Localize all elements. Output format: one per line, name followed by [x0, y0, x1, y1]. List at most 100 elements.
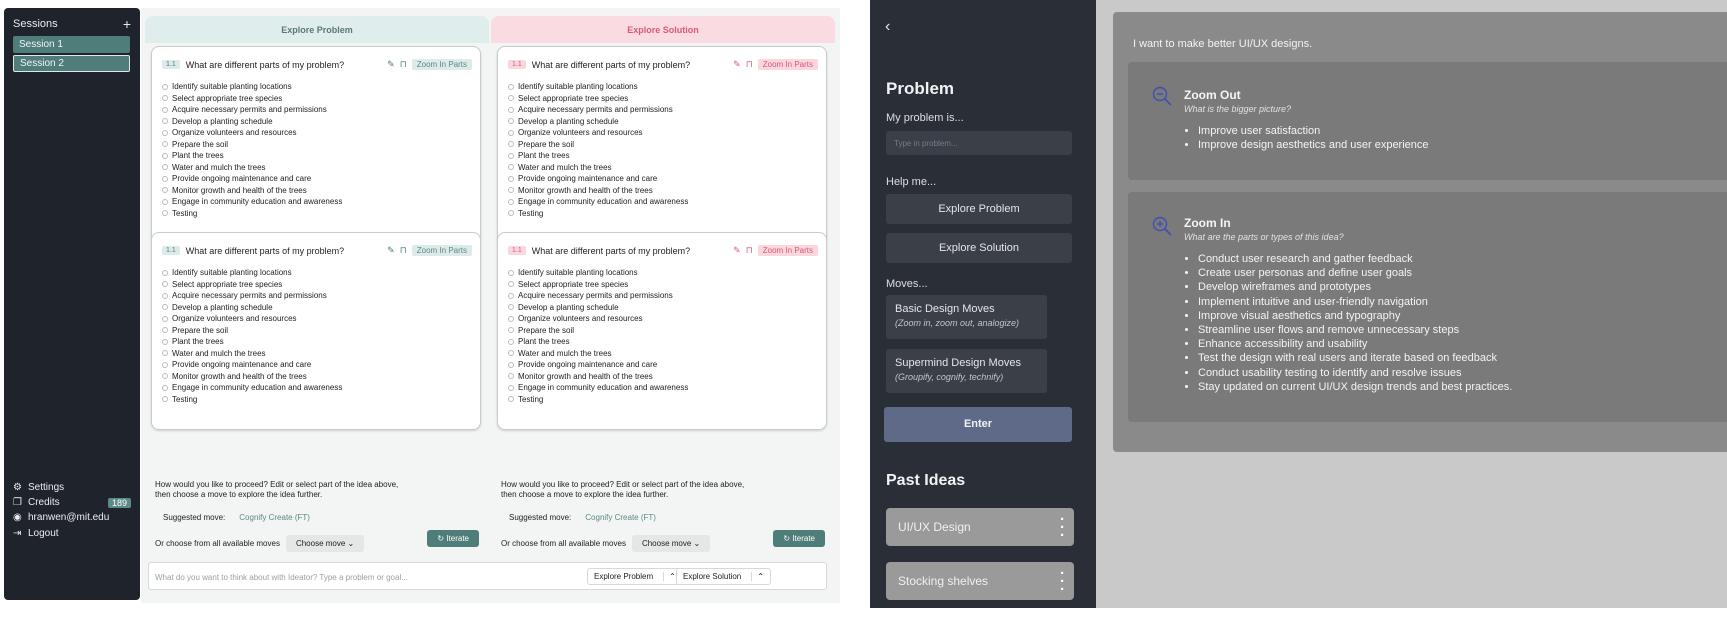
enter-button[interactable]: Enter — [884, 407, 1072, 442]
idea-card[interactable]: 1.1 What are different parts of my probl… — [497, 46, 827, 244]
list-item[interactable]: Organize volunteers and resources — [162, 127, 342, 139]
session-item-2[interactable]: Session 2 — [13, 55, 130, 72]
list-item[interactable]: Organize volunteers and resources — [508, 127, 688, 139]
checkbox-icon[interactable] — [508, 164, 514, 171]
list-item[interactable]: Organize volunteers and resources — [508, 313, 688, 325]
checkbox-icon[interactable] — [162, 338, 168, 345]
checkbox-icon[interactable] — [162, 95, 168, 102]
list-item[interactable]: Prepare the soil — [162, 325, 342, 337]
checkbox-icon[interactable] — [162, 292, 168, 299]
checkbox-icon[interactable] — [508, 129, 514, 136]
list-item[interactable]: Identify suitable planting locations — [508, 267, 688, 279]
list-item[interactable]: Plant the trees — [508, 336, 688, 348]
list-item[interactable]: Organize volunteers and resources — [162, 313, 342, 325]
list-item[interactable]: Prepare the soil — [508, 325, 688, 337]
checkbox-icon[interactable] — [508, 350, 514, 357]
list-item[interactable]: Testing — [162, 208, 342, 220]
checkbox-icon[interactable] — [508, 106, 514, 113]
bookmark-icon[interactable]: ⊓ — [400, 245, 407, 256]
iterate-button[interactable]: ↻ Iterate — [773, 530, 825, 547]
explore-problem-button[interactable]: Explore Problem ⌃ — [587, 568, 683, 585]
list-item[interactable]: Engage in community education and awaren… — [162, 382, 342, 394]
past-idea-item[interactable]: UI/UX Design · · · — [886, 508, 1074, 546]
checkbox-icon[interactable] — [162, 304, 168, 311]
suggested-move-link[interactable]: Cognify Create (FT) — [585, 513, 656, 522]
list-item[interactable]: Engage in community education and awaren… — [508, 196, 688, 208]
list-item[interactable]: Water and mulch the trees — [508, 348, 688, 360]
checkbox-icon[interactable] — [162, 198, 168, 205]
checkbox-icon[interactable] — [162, 210, 168, 217]
list-item[interactable]: Testing — [162, 394, 342, 406]
checkbox-icon[interactable] — [508, 141, 514, 148]
checkbox-icon[interactable] — [162, 281, 168, 288]
checkbox-icon[interactable] — [508, 361, 514, 368]
choose-move-dropdown[interactable]: Choose move ⌄ — [631, 535, 711, 552]
checkbox-icon[interactable] — [162, 187, 168, 194]
choose-move-dropdown[interactable]: Choose move ⌄ — [285, 535, 365, 552]
zoom-in-card[interactable]: Zoom In What are the parts or types of t… — [1128, 192, 1727, 422]
checkbox-icon[interactable] — [162, 373, 168, 380]
list-item[interactable]: Acquire necessary permits and permission… — [508, 290, 688, 302]
list-item[interactable]: Engage in community education and awaren… — [508, 382, 688, 394]
list-item[interactable]: Identify suitable planting locations — [162, 267, 342, 279]
suggested-move-link[interactable]: Cognify Create (FT) — [239, 513, 310, 522]
checkbox-icon[interactable] — [508, 187, 514, 194]
checkbox-icon[interactable] — [508, 327, 514, 334]
list-item[interactable]: Water and mulch the trees — [162, 162, 342, 174]
back-chevron-icon[interactable]: ‹ — [885, 18, 890, 36]
list-item[interactable]: Monitor growth and health of the trees — [508, 371, 688, 383]
checkbox-icon[interactable] — [508, 292, 514, 299]
list-item[interactable]: Provide ongoing maintenance and care — [508, 359, 688, 371]
list-item[interactable]: Monitor growth and health of the trees — [162, 371, 342, 383]
checkbox-icon[interactable] — [508, 373, 514, 380]
edit-icon[interactable]: ✎ — [733, 245, 741, 256]
checkbox-icon[interactable] — [162, 129, 168, 136]
list-item[interactable]: Select appropriate tree species — [162, 93, 342, 105]
idea-card[interactable]: 1.1 What are different parts of my probl… — [151, 232, 481, 430]
checkbox-icon[interactable] — [162, 164, 168, 171]
checkbox-icon[interactable] — [162, 361, 168, 368]
iterate-button[interactable]: ↻ Iterate — [427, 530, 479, 547]
bookmark-icon[interactable]: ⊓ — [746, 59, 753, 70]
checkbox-icon[interactable] — [508, 83, 514, 90]
list-item[interactable]: Select appropriate tree species — [162, 279, 342, 291]
checkbox-icon[interactable] — [162, 175, 168, 182]
list-item[interactable]: Provide ongoing maintenance and care — [162, 173, 342, 185]
list-item[interactable]: Testing — [508, 394, 688, 406]
list-item[interactable]: Plant the trees — [508, 150, 688, 162]
bookmark-icon[interactable]: ⊓ — [746, 245, 753, 256]
list-item[interactable]: Monitor growth and health of the trees — [162, 185, 342, 197]
list-item[interactable]: Plant the trees — [162, 336, 342, 348]
problem-input[interactable]: Type in problem... — [886, 131, 1072, 155]
checkbox-icon[interactable] — [508, 281, 514, 288]
list-item[interactable]: Acquire necessary permits and permission… — [162, 104, 342, 116]
bookmark-icon[interactable]: ⊓ — [400, 59, 407, 70]
list-item[interactable]: Plant the trees — [162, 150, 342, 162]
more-options-icon[interactable]: · · · — [1060, 566, 1065, 597]
supermind-design-moves-button[interactable]: Supermind Design Moves (Groupify, cognif… — [886, 349, 1047, 393]
list-item[interactable]: Water and mulch the trees — [508, 162, 688, 174]
list-item[interactable]: Provide ongoing maintenance and care — [508, 173, 688, 185]
checkbox-icon[interactable] — [508, 338, 514, 345]
idea-card[interactable]: 1.1 What are different parts of my probl… — [497, 232, 827, 430]
edit-icon[interactable]: ✎ — [387, 59, 395, 70]
checkbox-icon[interactable] — [508, 384, 514, 391]
idea-input-bar[interactable]: What do you want to think about with Ide… — [148, 562, 827, 590]
settings-link[interactable]: ⚙ Settings — [13, 482, 131, 493]
checkbox-icon[interactable] — [162, 106, 168, 113]
checkbox-icon[interactable] — [508, 210, 514, 217]
checkbox-icon[interactable] — [508, 175, 514, 182]
list-item[interactable]: Water and mulch the trees — [162, 348, 342, 360]
idea-card[interactable]: 1.1 What are different parts of my probl… — [151, 46, 481, 244]
list-item[interactable]: Identify suitable planting locations — [508, 81, 688, 93]
checkbox-icon[interactable] — [162, 152, 168, 159]
list-item[interactable]: Acquire necessary permits and permission… — [508, 104, 688, 116]
credits-link[interactable]: ❐ Credits 189 — [13, 497, 131, 508]
checkbox-icon[interactable] — [508, 304, 514, 311]
checkbox-icon[interactable] — [508, 315, 514, 322]
checkbox-icon[interactable] — [162, 118, 168, 125]
explore-problem-button[interactable]: Explore Problem — [886, 194, 1072, 224]
checkbox-icon[interactable] — [162, 141, 168, 148]
checkbox-icon[interactable] — [508, 118, 514, 125]
list-item[interactable]: Develop a planting schedule — [162, 302, 342, 314]
